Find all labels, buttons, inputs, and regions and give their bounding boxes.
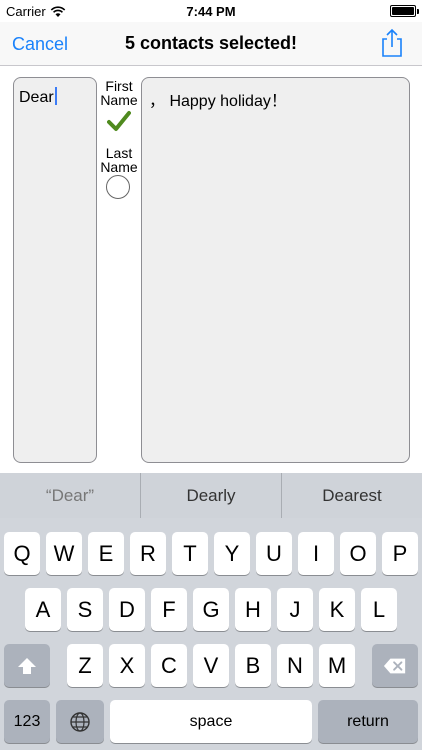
key-m[interactable]: M xyxy=(319,644,355,687)
space-key[interactable]: space xyxy=(110,700,312,743)
key-e[interactable]: E xyxy=(88,532,124,575)
key-x[interactable]: X xyxy=(109,644,145,687)
key-j[interactable]: J xyxy=(277,588,313,631)
key-u[interactable]: U xyxy=(256,532,292,575)
greeting-text: Dear xyxy=(19,87,57,107)
key-y[interactable]: Y xyxy=(214,532,250,575)
battery-icon xyxy=(390,5,419,17)
key-o[interactable]: O xyxy=(340,532,376,575)
key-g[interactable]: G xyxy=(193,588,229,631)
return-key[interactable]: return xyxy=(318,700,418,743)
key-q[interactable]: Q xyxy=(4,532,40,575)
last-name-label: Last Name xyxy=(100,145,138,175)
text-cursor xyxy=(54,87,57,105)
key-f[interactable]: F xyxy=(151,588,187,631)
key-k[interactable]: K xyxy=(319,588,355,631)
key-z[interactable]: Z xyxy=(67,644,103,687)
key-w[interactable]: W xyxy=(46,532,82,575)
page-title: 5 contacts selected! xyxy=(124,33,298,53)
key-l[interactable]: L xyxy=(361,588,397,631)
suggestion-item[interactable]: Dearest xyxy=(282,473,422,518)
greeting-field[interactable]: Dear xyxy=(13,77,97,463)
suggestion-bar: “Dear” Dearly Dearest xyxy=(0,473,422,518)
keyboard: Q W E R T Y U I O P A S D F G H J K L Z … xyxy=(0,518,422,750)
suggestion-item[interactable]: Dearly xyxy=(141,473,281,518)
delete-key[interactable] xyxy=(372,644,418,687)
key-s[interactable]: S xyxy=(67,588,103,631)
check-icon[interactable] xyxy=(107,110,131,132)
globe-key[interactable] xyxy=(56,700,104,743)
key-v[interactable]: V xyxy=(193,644,229,687)
key-c[interactable]: C xyxy=(151,644,187,687)
suggestion-item[interactable]: “Dear” xyxy=(0,473,140,518)
key-b[interactable]: B xyxy=(235,644,271,687)
numbers-key[interactable]: 123 xyxy=(4,700,50,743)
key-t[interactable]: T xyxy=(172,532,208,575)
status-time: 7:44 PM xyxy=(186,4,236,19)
nav-bar: Cancel 5 contacts selected! xyxy=(0,22,422,66)
key-h[interactable]: H xyxy=(235,588,271,631)
status-bar: Carrier 7:44 PM xyxy=(0,0,422,22)
share-icon[interactable] xyxy=(380,28,404,58)
shift-icon xyxy=(18,657,36,674)
key-p[interactable]: P xyxy=(382,532,418,575)
first-name-label: First Name xyxy=(100,78,138,108)
key-i[interactable]: I xyxy=(298,532,334,575)
delete-icon xyxy=(383,658,406,673)
key-n[interactable]: N xyxy=(277,644,313,687)
message-field[interactable]: ， Happy holiday！ xyxy=(141,77,410,463)
shift-key[interactable] xyxy=(4,644,50,687)
message-text: ， Happy holiday！ xyxy=(149,93,287,110)
globe-icon xyxy=(70,711,90,732)
last-name-radio[interactable] xyxy=(106,175,130,199)
key-r[interactable]: R xyxy=(130,532,166,575)
key-a[interactable]: A xyxy=(25,588,61,631)
key-d[interactable]: D xyxy=(109,588,145,631)
